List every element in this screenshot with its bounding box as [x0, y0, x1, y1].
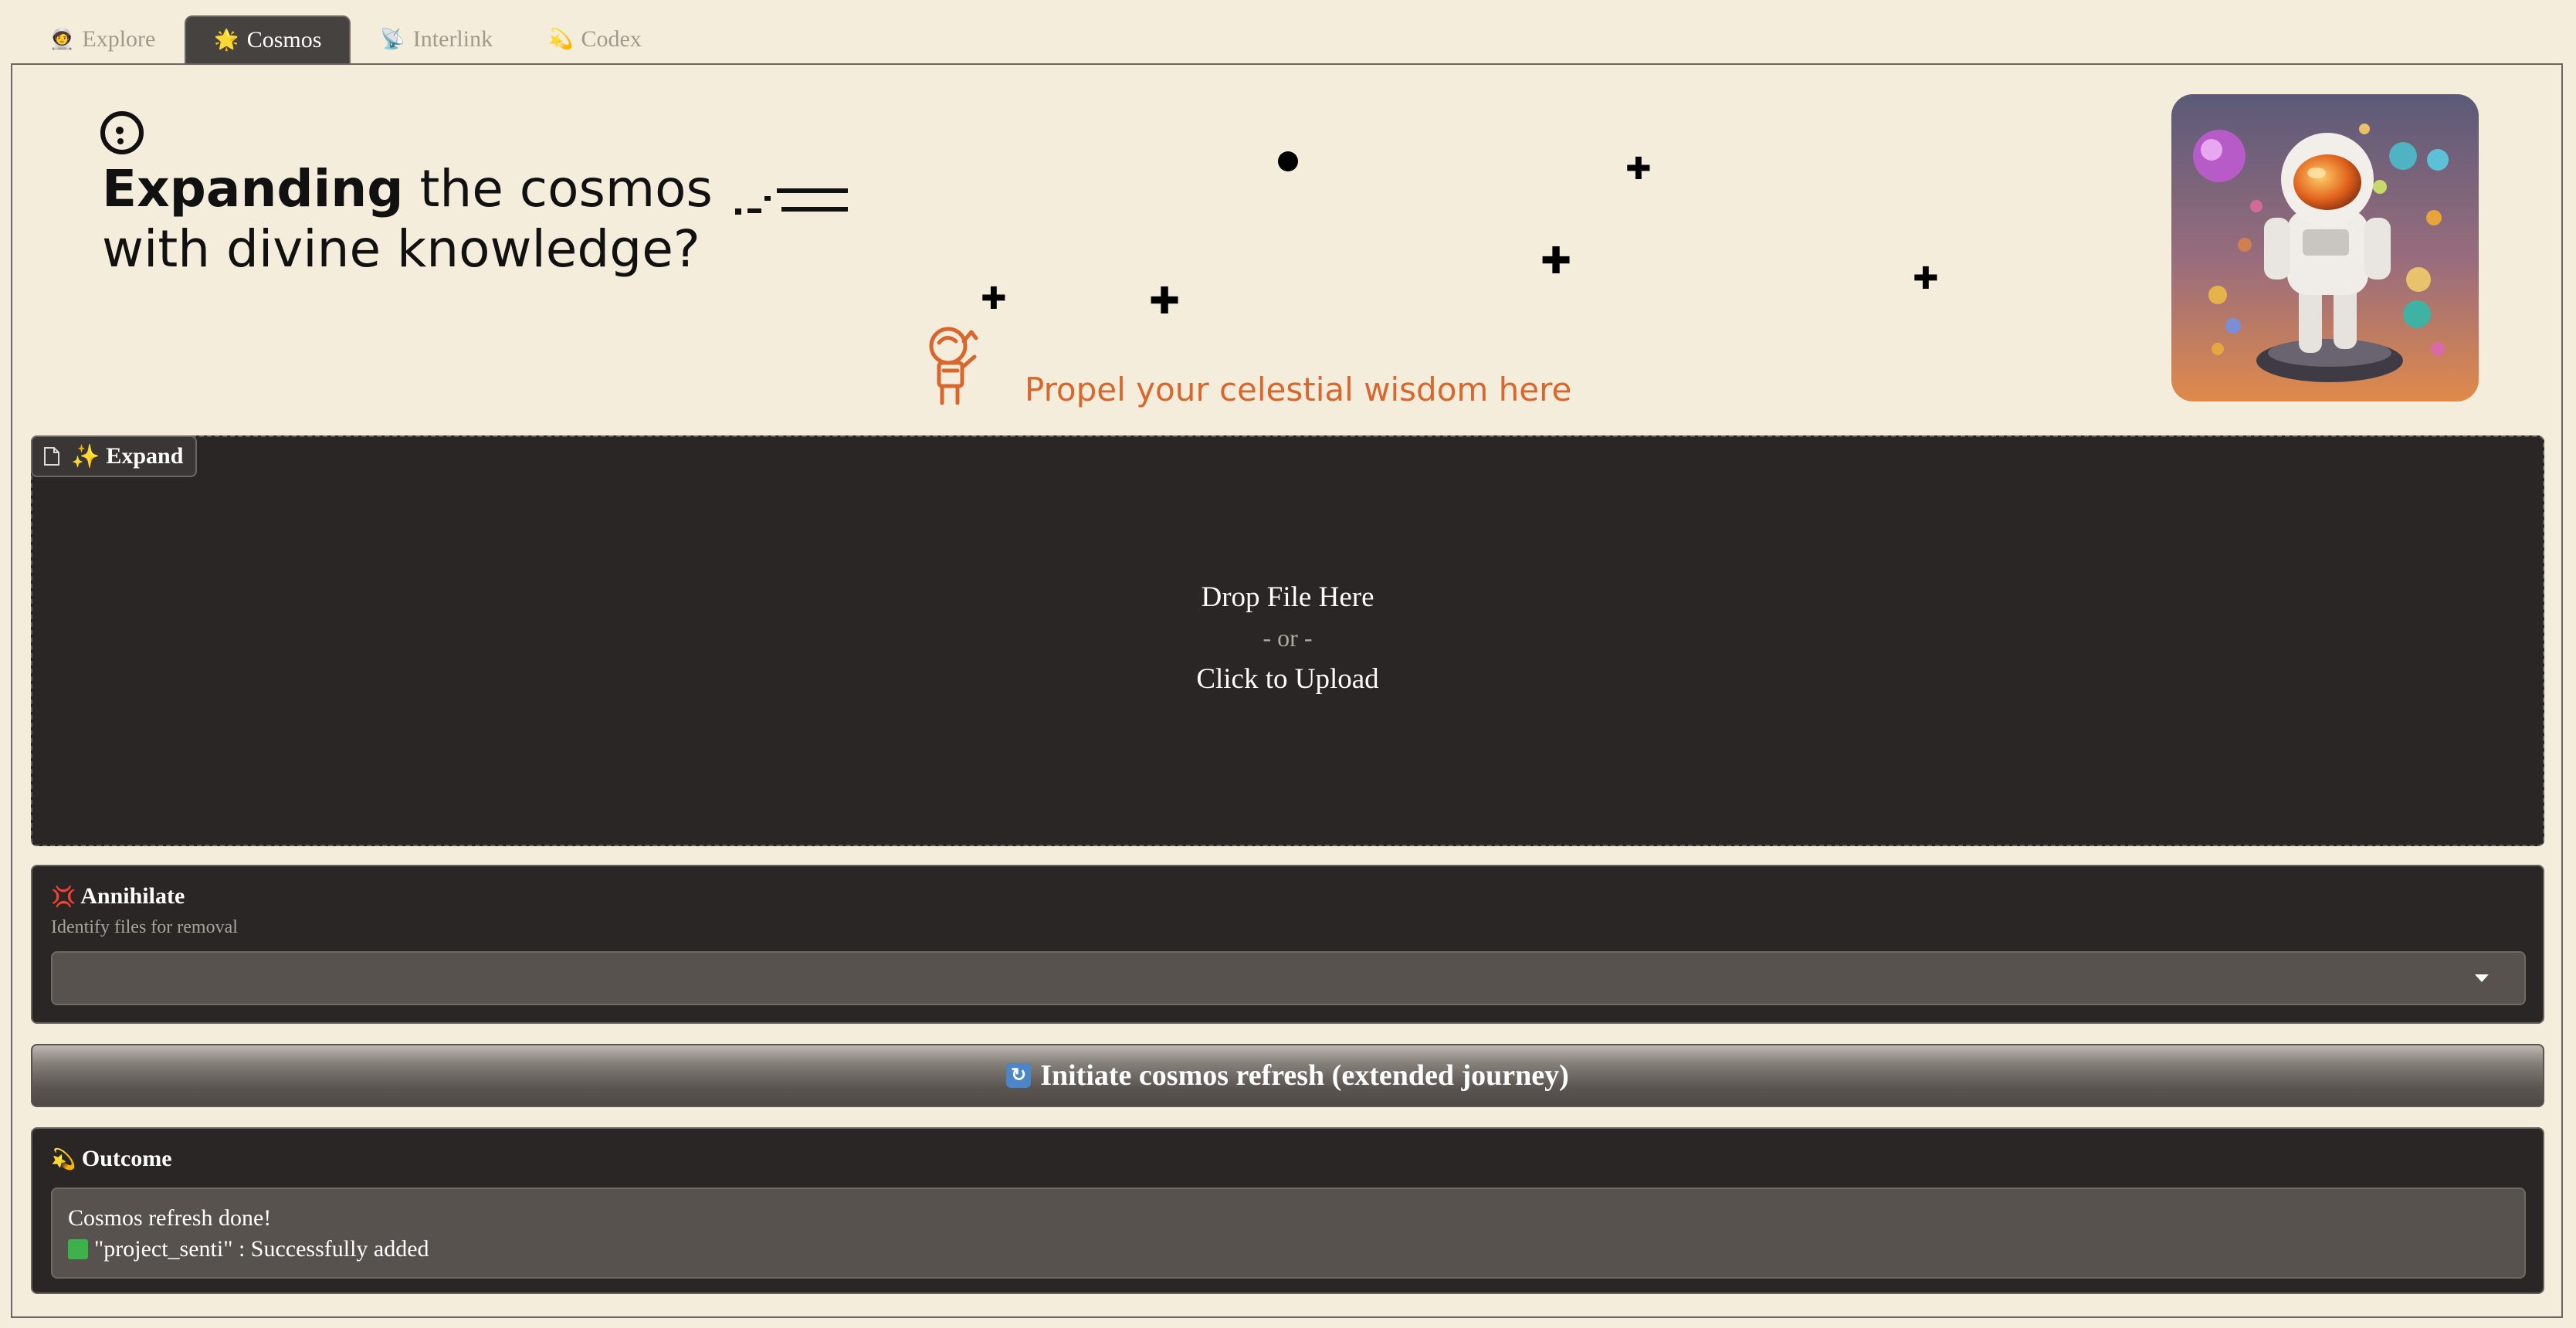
tab-label: Explore — [82, 26, 156, 52]
dizzy-emoji-icon: 💫 — [51, 1148, 76, 1170]
hero-cta-text: Propel your celestial wisdom here — [1025, 371, 1572, 408]
file-icon — [44, 447, 59, 466]
or-text: - or - — [1263, 624, 1313, 652]
sparkle-icon: ✚ — [1625, 151, 1652, 187]
hero-title-bold: Expanding — [102, 159, 404, 219]
outcome-line-2-text: "project_senti" : Successfully added — [94, 1236, 429, 1262]
astronaut-emoji-icon: 🧑‍🚀 — [49, 28, 75, 50]
hero-title-line2: with divine knowledge? — [102, 219, 700, 279]
hero-title-rest: the cosmos — [403, 159, 713, 219]
astronaut-outline-icon — [929, 327, 978, 405]
annihilate-panel: 💢 Annihilate Identify files for removal — [31, 865, 2544, 1024]
tab-cosmos[interactable]: 🌟 Cosmos — [185, 15, 351, 63]
annihilate-subtitle: Identify files for removal — [51, 917, 238, 937]
upload-label: ✨ Expand — [31, 435, 198, 477]
sparkle-icon: ✚ — [1149, 279, 1181, 323]
tab-label: Interlink — [412, 26, 493, 52]
anger-emoji-icon: 💢 — [51, 886, 76, 908]
outcome-panel: 💫 Outcome Cosmos refresh done! "project_… — [31, 1127, 2544, 1294]
cursor-face-icon — [100, 111, 144, 154]
tab-label: Codex — [581, 26, 642, 52]
satellite-emoji-icon: 📡 — [380, 28, 405, 50]
astronaut-illustration — [2171, 94, 2479, 401]
decor-dot — [1278, 151, 1298, 171]
tab-explore[interactable]: 🧑‍🚀 Explore — [23, 15, 181, 63]
outcome-line-1: Cosmos refresh done! — [68, 1205, 272, 1231]
tab-label: Cosmos — [246, 27, 322, 53]
tab-bar: 🧑‍🚀 Explore 🌟 Cosmos 📡 Interlink 💫 Codex — [23, 15, 671, 63]
sparkles-emoji-icon: ✨ — [71, 443, 100, 469]
hero-title: Expanding the cosmos with divine knowled… — [102, 159, 713, 279]
annihilate-title: 💢 Annihilate — [51, 883, 185, 910]
outcome-line-2: "project_senti" : Successfully added — [68, 1234, 2509, 1265]
refresh-button-label: Initiate cosmos refresh (extended journe… — [1040, 1059, 1569, 1092]
annihilate-title-text: Annihilate — [80, 883, 185, 909]
green-square-icon — [68, 1239, 88, 1259]
sparkle-icon: ✚ — [1913, 261, 1939, 296]
upload-label-text: Expand — [106, 443, 184, 469]
drop-file-text: Drop File Here — [1201, 581, 1374, 613]
outcome-title: 💫 Outcome — [51, 1146, 172, 1172]
tab-interlink[interactable]: 📡 Interlink — [354, 15, 519, 63]
dash-lines-icon — [735, 188, 848, 215]
star-emoji-icon: 🌟 — [214, 29, 239, 51]
dizzy-emoji-icon: 💫 — [548, 28, 574, 50]
chevron-down-icon — [2475, 974, 2489, 982]
outcome-textbox[interactable]: Cosmos refresh done! "project_senti" : S… — [51, 1187, 2526, 1279]
click-to-upload-text: Click to Upload — [1196, 663, 1379, 695]
sparkle-icon: ✚ — [1541, 239, 1572, 283]
sparkle-icon: ✚ — [981, 281, 1007, 317]
cosmos-refresh-button[interactable]: ↻ Initiate cosmos refresh (extended jour… — [31, 1044, 2544, 1107]
outcome-title-text: Outcome — [81, 1146, 172, 1171]
tab-codex[interactable]: 💫 Codex — [522, 15, 668, 63]
file-removal-dropdown[interactable] — [51, 951, 2526, 1005]
refresh-icon: ↻ — [1006, 1063, 1032, 1088]
